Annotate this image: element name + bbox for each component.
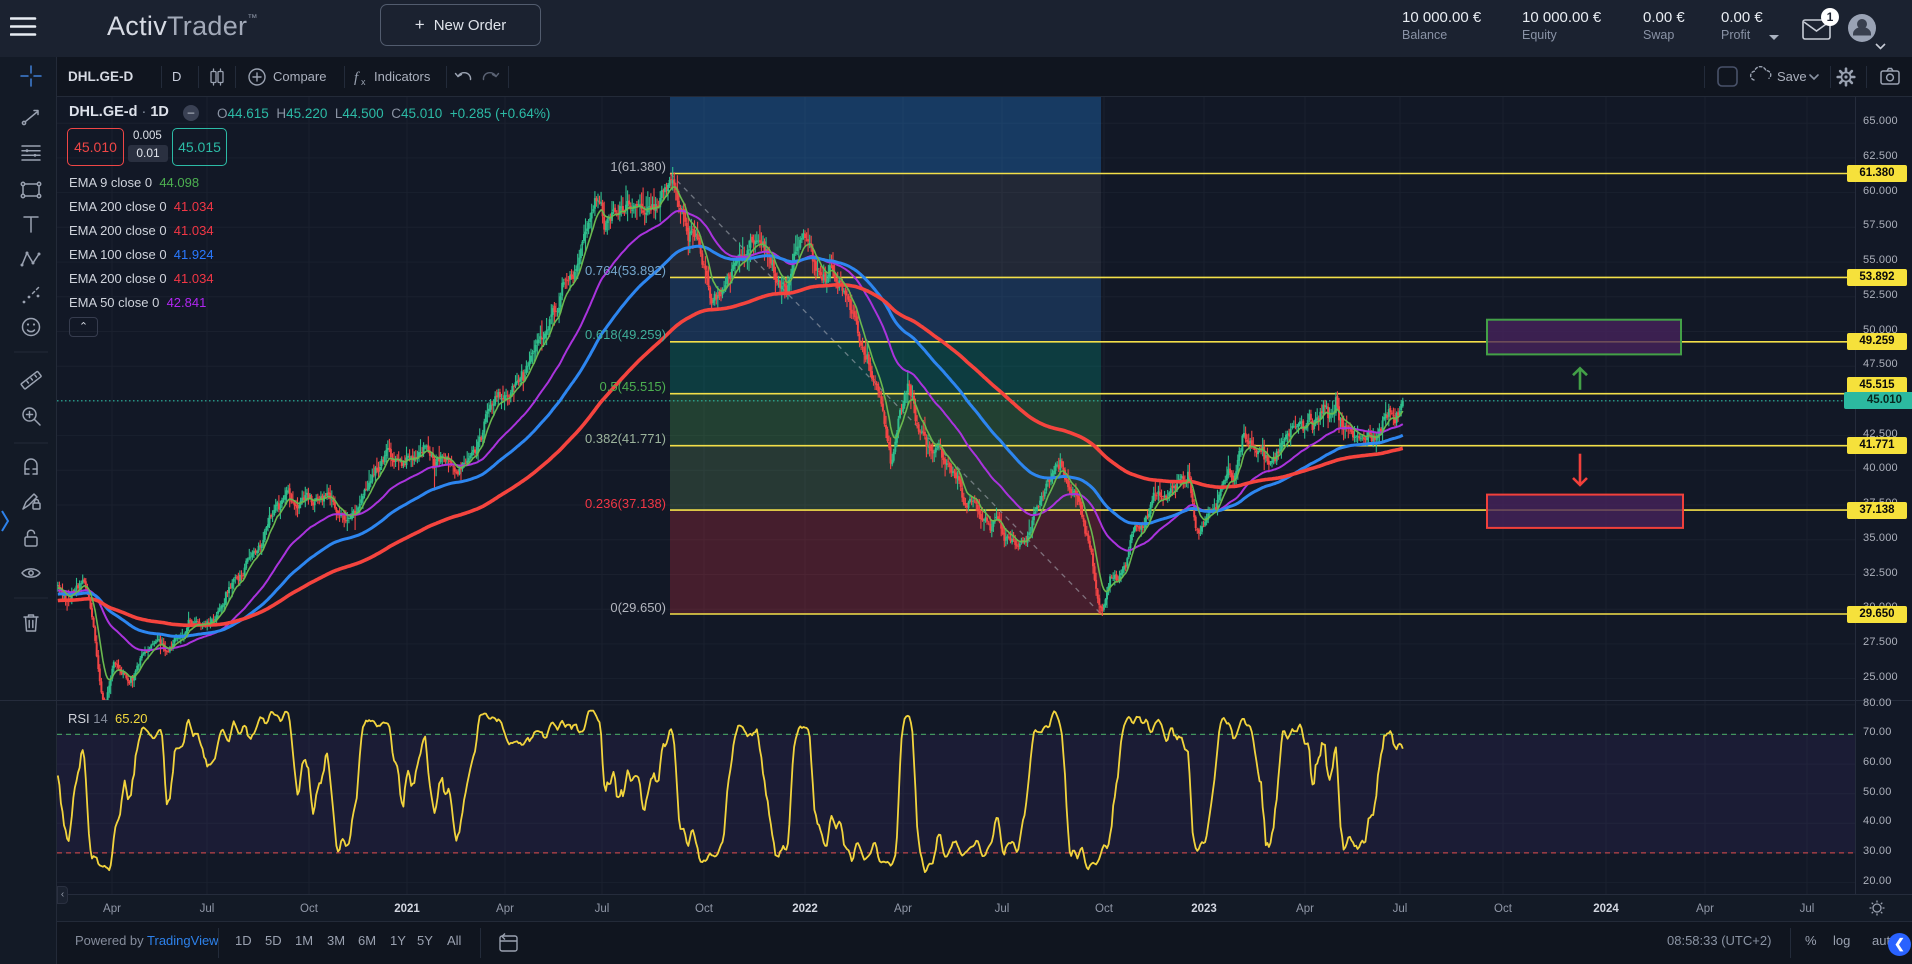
svg-text:1: 1 [1827,10,1834,24]
svg-text:f: f [354,70,360,86]
svg-text:x: x [361,77,366,87]
